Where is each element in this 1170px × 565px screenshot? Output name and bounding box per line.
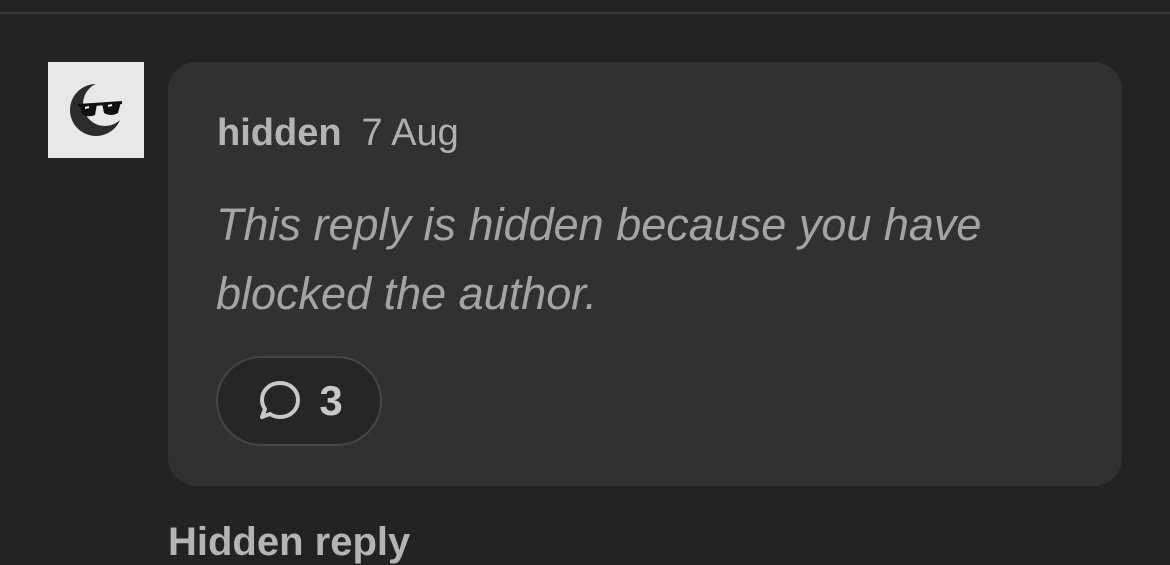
author-name[interactable]: hidden <box>217 112 342 155</box>
top-divider <box>0 12 1170 14</box>
speech-bubble-icon <box>260 381 301 419</box>
avatar[interactable] <box>48 62 144 158</box>
sunglasses-moon-avatar-icon <box>70 82 127 136</box>
hidden-reply-card: hidden 7 Aug This reply is hidden becaus… <box>168 62 1122 486</box>
hidden-reply-message: This reply is hidden because you have bl… <box>216 199 982 319</box>
reply-count: 3 <box>319 377 343 424</box>
next-hidden-reply-label: Hidden reply <box>168 520 411 564</box>
reply-date[interactable]: 7 Aug <box>362 112 459 155</box>
reply-meta: hidden 7 Aug <box>217 112 459 155</box>
replies-button[interactable]: 3 <box>216 356 382 446</box>
